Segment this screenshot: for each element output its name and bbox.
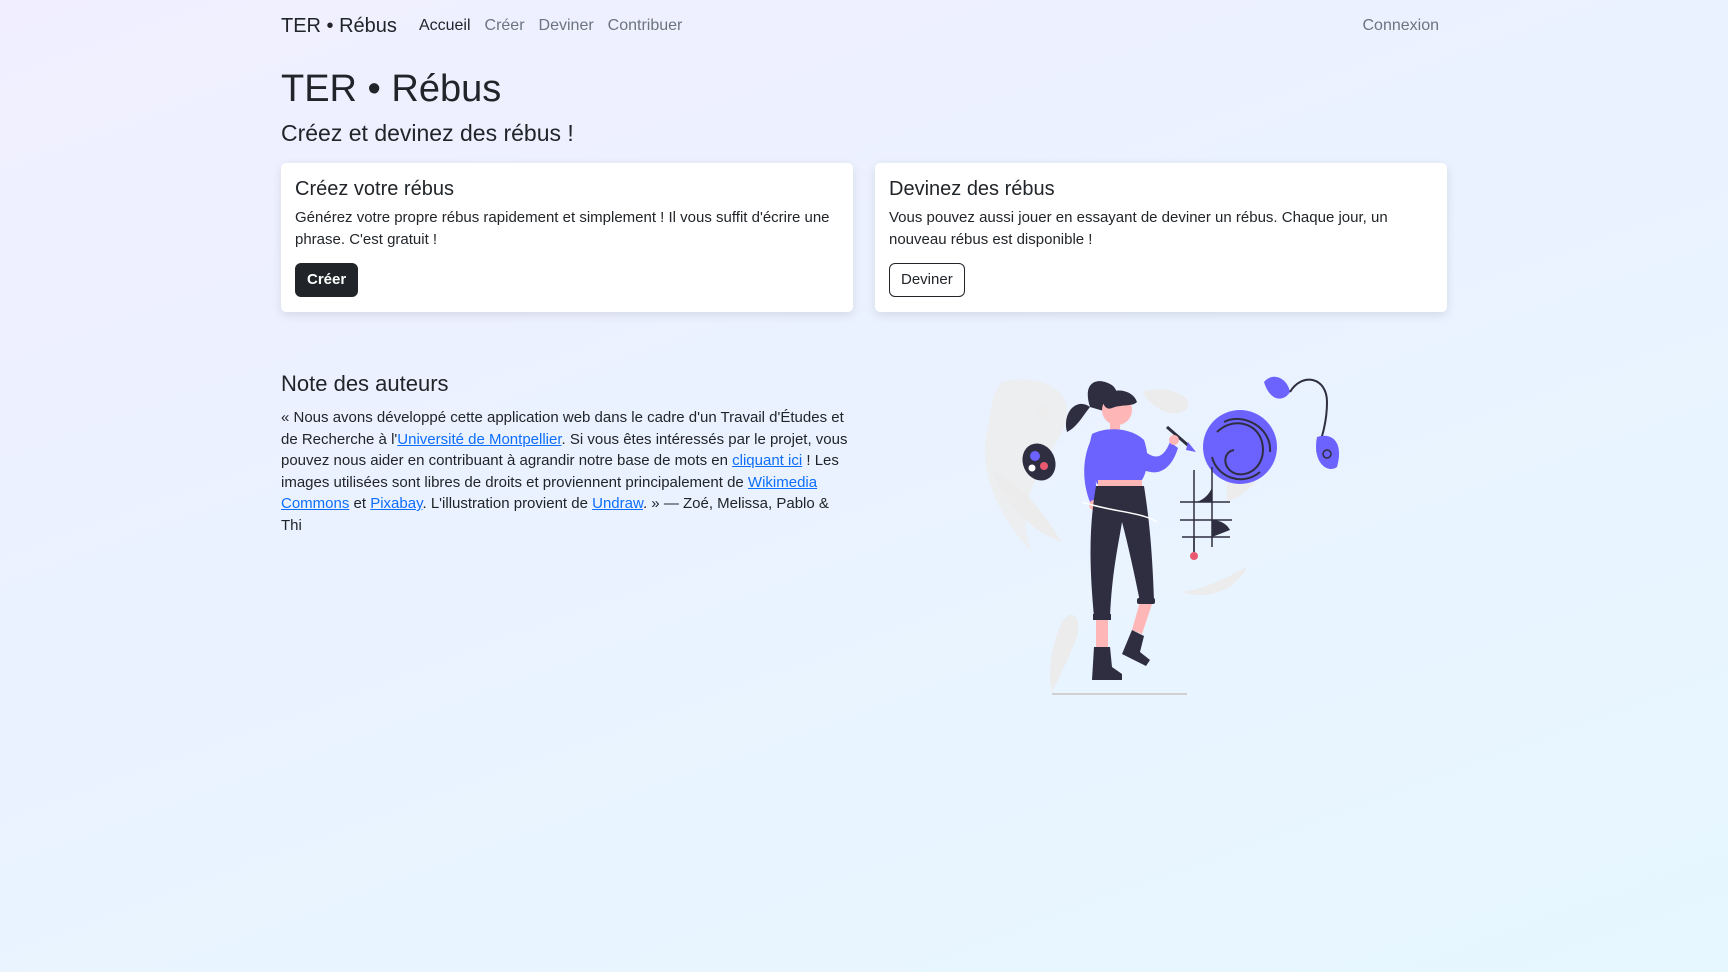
create-button[interactable]: Créer — [295, 263, 359, 297]
guess-card-text: Vous pouvez aussi jouer en essayant de d… — [889, 209, 1388, 248]
guess-button[interactable]: Deviner — [889, 263, 965, 297]
woman-painting-illustration-icon — [984, 376, 1340, 695]
page-container: TER • Rébus Accueil Créer Deviner Contri… — [281, 0, 1447, 534]
university-link[interactable]: Université de Montpellier — [397, 431, 561, 448]
undraw-link[interactable]: Undraw — [592, 495, 643, 512]
authors-note-text: « Nous avons développé cette application… — [281, 407, 851, 536]
guess-card-title: Devinez des rébus — [889, 178, 1055, 200]
contribute-link[interactable]: cliquant ici — [732, 452, 802, 469]
navbar: TER • Rébus Accueil Créer Deviner Contri… — [281, 0, 1447, 52]
nav-link-contribute[interactable]: Contribuer — [601, 17, 690, 35]
nav-link-create[interactable]: Créer — [478, 17, 532, 35]
nav-link-guess[interactable]: Deviner — [532, 17, 601, 35]
note-text-part: et — [349, 495, 371, 512]
pixabay-link[interactable]: Pixabay — [370, 495, 422, 512]
page-title: TER • Rébus — [281, 68, 502, 110]
nav-links: Accueil Créer Deviner Contribuer — [419, 17, 689, 35]
create-card: Créez votre rébus Générez votre propre r… — [281, 163, 853, 312]
cards-row: Créez votre rébus Générez votre propre r… — [281, 163, 1447, 312]
brand-link[interactable]: TER • Rébus — [281, 15, 397, 38]
nav-link-home[interactable]: Accueil — [419, 17, 478, 35]
note-text-part: . L'illustration provient de — [422, 495, 593, 512]
authors-note-title: Note des auteurs — [281, 371, 449, 396]
authors-note: Note des auteurs « Nous avons développé … — [281, 369, 851, 536]
page-subtitle: Créez et devinez des rébus ! — [281, 120, 574, 146]
guess-card: Devinez des rébus Vous pouvez aussi joue… — [875, 163, 1447, 312]
create-card-text: Générez votre propre rébus rapidement et… — [295, 209, 830, 248]
create-card-title: Créez votre rébus — [295, 178, 454, 200]
login-link[interactable]: Connexion — [1363, 17, 1440, 35]
